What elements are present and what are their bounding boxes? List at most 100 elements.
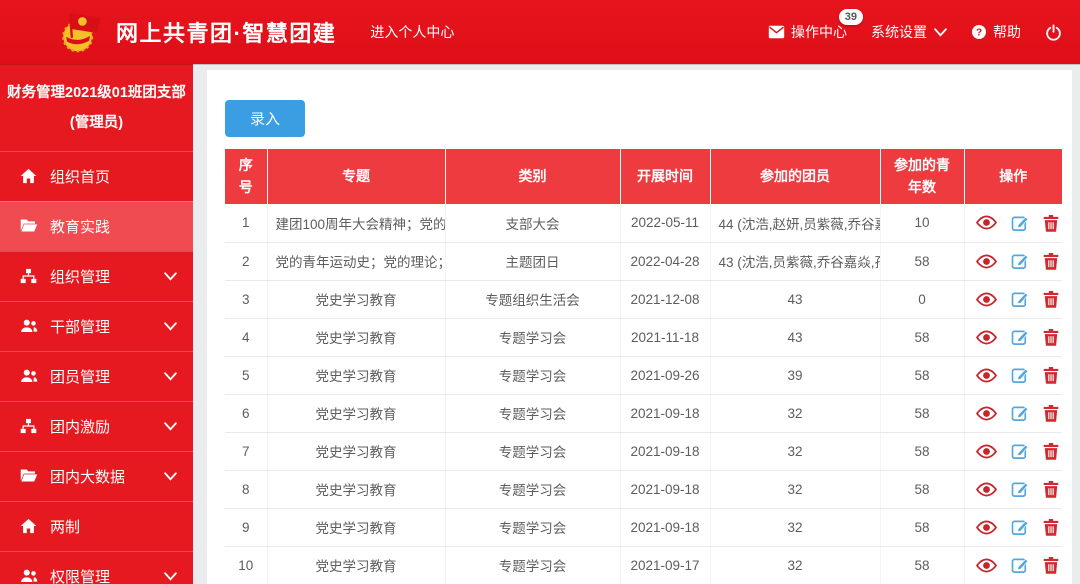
home-icon [20, 518, 39, 535]
cell-category: 专题学习会 [445, 508, 620, 546]
cell-date: 2021-09-26 [620, 356, 710, 394]
nav-item-help[interactable]: ?帮助 [971, 22, 1021, 42]
delete-icon[interactable] [1043, 480, 1059, 498]
cell-category: 专题学习会 [445, 470, 620, 508]
sidebar-item-3[interactable]: 干部管理 [0, 301, 193, 351]
view-icon[interactable] [976, 254, 997, 269]
column-header: 操作 [964, 149, 1062, 204]
cell-serial: 2 [225, 242, 267, 280]
nav-item-label: 帮助 [993, 22, 1021, 42]
cell-actions [964, 356, 1062, 394]
org-name: 财务管理2021级01班团支部 [6, 79, 187, 109]
delete-icon[interactable] [1043, 404, 1059, 422]
sidebar-item-4[interactable]: 团员管理 [0, 351, 193, 401]
delete-icon[interactable] [1043, 252, 1059, 270]
cell-youth-count: 58 [880, 546, 964, 584]
sidebar-item-5[interactable]: 团内激励 [0, 401, 193, 451]
sidebar-menu: 组织首页教育实践组织管理干部管理团员管理团内激励团内大数据两制权限管理 [0, 151, 193, 584]
cell-youth-count: 58 [880, 470, 964, 508]
sidebar-item-1[interactable]: 教育实践 [0, 201, 193, 251]
main-panel: 录入 序号专题类别开展时间参加的团员参加的青年数操作 1建团100周年大会精神；… [207, 70, 1072, 584]
view-icon[interactable] [976, 215, 997, 230]
nav-item-action-center[interactable]: 操作中心39 [768, 22, 847, 42]
table-row: 9党史学习教育专题学习会2021-09-183258 [225, 508, 1062, 546]
edit-icon[interactable] [1011, 328, 1029, 346]
cell-actions [964, 546, 1062, 584]
cell-topic: 党史学习教育 [267, 280, 445, 318]
chevron-down-icon [164, 472, 177, 481]
column-header: 开展时间 [620, 149, 710, 204]
delete-icon[interactable] [1043, 328, 1059, 346]
personal-center-link[interactable]: 进入个人中心 [370, 22, 454, 42]
cell-date: 2021-09-18 [620, 394, 710, 432]
edit-icon[interactable] [1011, 214, 1029, 232]
delete-icon[interactable] [1043, 518, 1059, 536]
sitemap-icon [20, 418, 39, 435]
cell-members: 39 [710, 356, 880, 394]
view-icon[interactable] [976, 444, 997, 459]
edit-icon[interactable] [1011, 480, 1029, 498]
sidebar-item-label: 团内大数据 [50, 466, 125, 487]
nav-item-label: 操作中心 [791, 22, 847, 42]
edit-icon[interactable] [1011, 442, 1029, 460]
edit-icon[interactable] [1011, 404, 1029, 422]
notification-badge: 39 [839, 9, 863, 25]
cell-youth-count: 58 [880, 242, 964, 280]
cell-actions [964, 318, 1062, 356]
cell-serial: 6 [225, 394, 267, 432]
cell-members: 43 [710, 318, 880, 356]
edit-icon[interactable] [1011, 556, 1029, 574]
view-icon[interactable] [976, 368, 997, 383]
cell-serial: 3 [225, 280, 267, 318]
cell-youth-count: 58 [880, 356, 964, 394]
table-row: 3党史学习教育专题组织生活会2021-12-08430 [225, 280, 1062, 318]
cell-serial: 8 [225, 470, 267, 508]
table-row: 2党的青年运动史；党的理论；...主题团日2022-04-2843 (沈浩,员紫… [225, 242, 1062, 280]
cell-youth-count: 10 [880, 204, 964, 242]
column-header: 参加的团员 [710, 149, 880, 204]
cell-youth-count: 58 [880, 508, 964, 546]
sidebar-item-6[interactable]: 团内大数据 [0, 451, 193, 501]
cell-serial: 10 [225, 546, 267, 584]
cell-actions [964, 204, 1062, 242]
records-table: 序号专题类别开展时间参加的团员参加的青年数操作 1建团100周年大会精神；党的.… [225, 149, 1062, 584]
nav-item-logout[interactable] [1045, 24, 1068, 41]
table-row: 1建团100周年大会精神；党的...支部大会2022-05-1144 (沈浩,赵… [225, 204, 1062, 242]
cell-youth-count: 58 [880, 432, 964, 470]
edit-icon[interactable] [1011, 366, 1029, 384]
delete-icon[interactable] [1043, 366, 1059, 384]
edit-icon[interactable] [1011, 290, 1029, 308]
view-icon[interactable] [976, 558, 997, 573]
chevron-down-icon [934, 28, 947, 37]
delete-icon[interactable] [1043, 556, 1059, 574]
table-row: 7党史学习教育专题学习会2021-09-183258 [225, 432, 1062, 470]
view-icon[interactable] [976, 520, 997, 535]
cell-members: 32 [710, 470, 880, 508]
column-header: 参加的青年数 [880, 149, 964, 204]
sitemap-icon [20, 268, 39, 285]
sidebar-item-0[interactable]: 组织首页 [0, 151, 193, 201]
table-header-row: 序号专题类别开展时间参加的团员参加的青年数操作 [225, 149, 1062, 204]
nav-item-label: 系统设置 [871, 22, 927, 42]
cell-members: 43 [710, 280, 880, 318]
sidebar-item-8[interactable]: 权限管理 [0, 551, 193, 584]
edit-icon[interactable] [1011, 252, 1029, 270]
delete-icon[interactable] [1043, 214, 1059, 232]
sidebar-item-2[interactable]: 组织管理 [0, 251, 193, 301]
org-title: 财务管理2021级01班团支部 (管理员) [0, 64, 193, 151]
view-icon[interactable] [976, 482, 997, 497]
cell-members: 32 [710, 546, 880, 584]
view-icon[interactable] [976, 330, 997, 345]
nav-item-system-settings[interactable]: 系统设置 [871, 22, 947, 42]
delete-icon[interactable] [1043, 442, 1059, 460]
cell-category: 专题学习会 [445, 394, 620, 432]
cell-serial: 9 [225, 508, 267, 546]
view-icon[interactable] [976, 406, 997, 421]
records-table-wrap: 序号专题类别开展时间参加的团员参加的青年数操作 1建团100周年大会精神；党的.… [225, 149, 1054, 584]
enter-record-button[interactable]: 录入 [225, 100, 305, 137]
view-icon[interactable] [976, 292, 997, 307]
delete-icon[interactable] [1043, 290, 1059, 308]
home-icon [20, 168, 39, 185]
edit-icon[interactable] [1011, 518, 1029, 536]
sidebar-item-7[interactable]: 两制 [0, 501, 193, 551]
